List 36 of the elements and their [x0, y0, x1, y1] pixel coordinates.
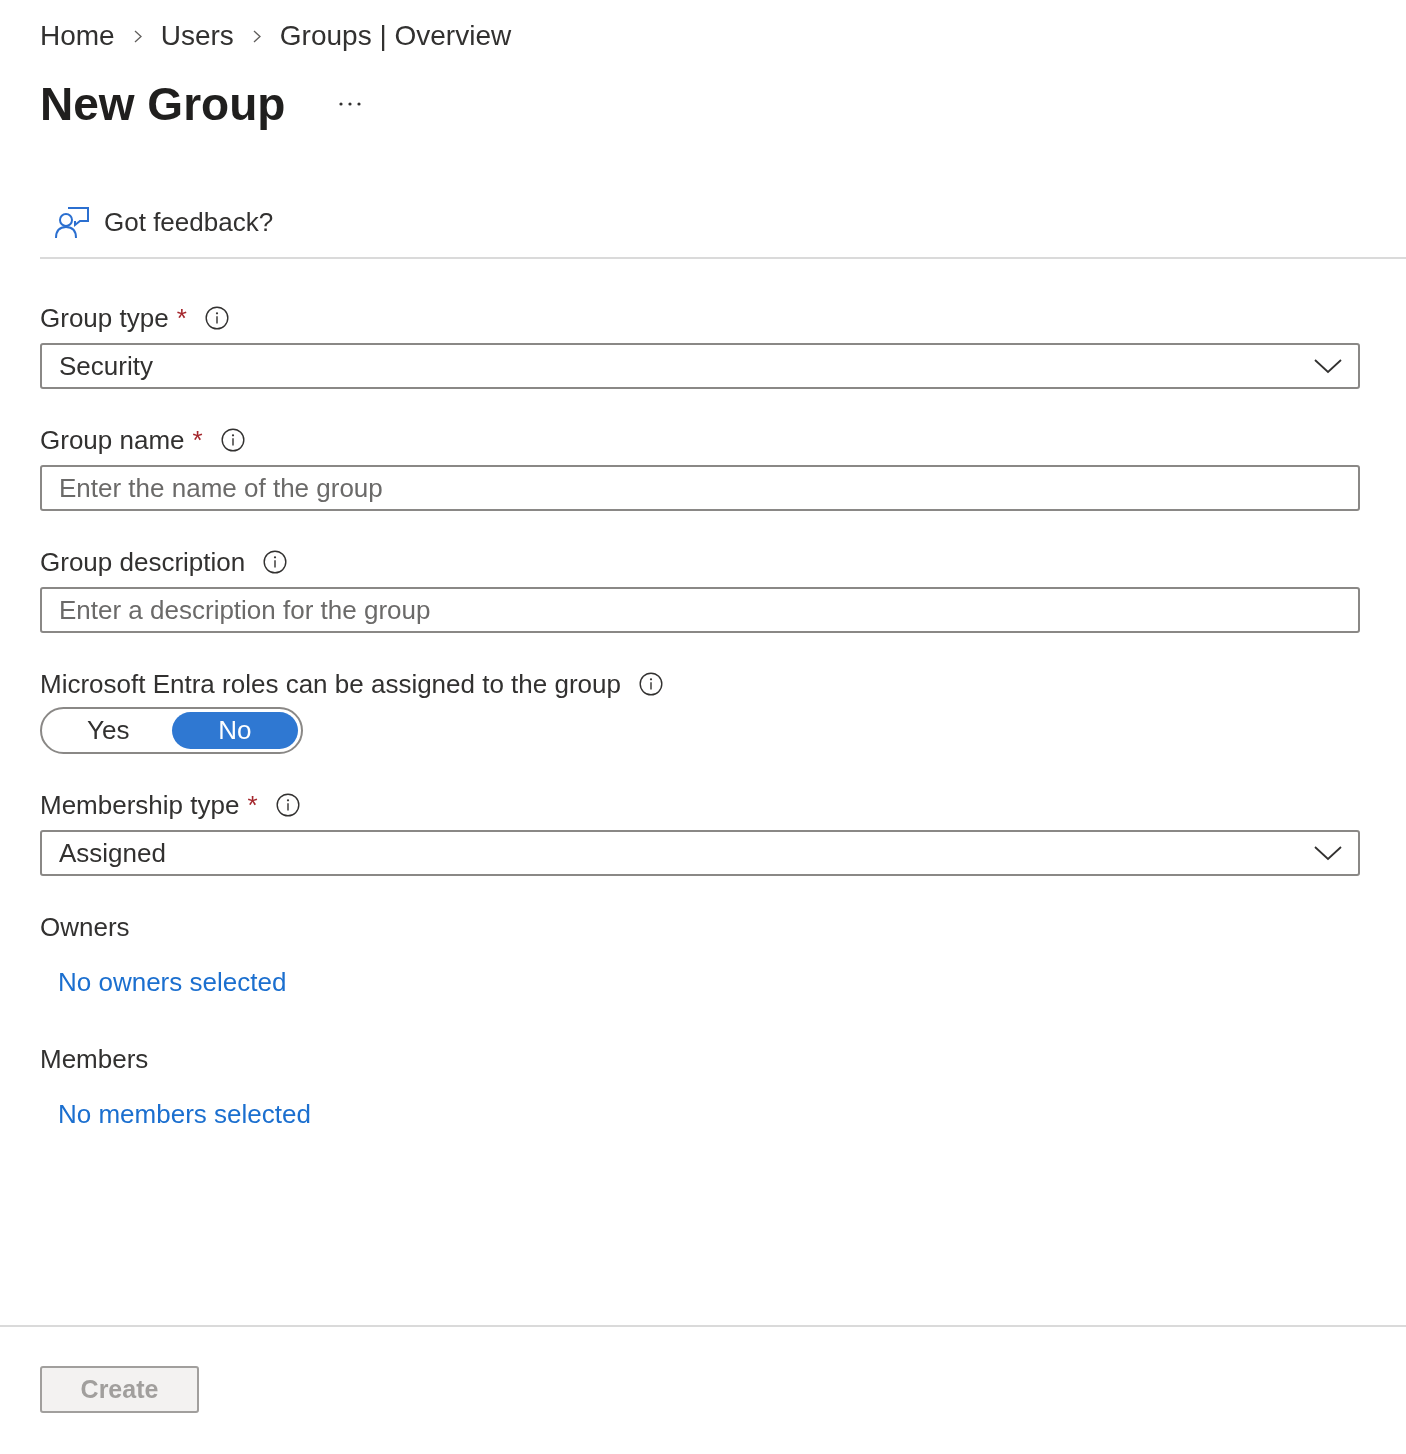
breadcrumb-link[interactable]: Home	[40, 20, 115, 52]
field-label: Group name	[40, 425, 185, 455]
chevron-down-icon	[1314, 845, 1342, 861]
info-icon[interactable]	[639, 672, 663, 696]
feedback-button[interactable]: Got feedback?	[55, 205, 274, 239]
chevron-down-icon	[1314, 358, 1342, 374]
text-input[interactable]: Enter a description for the group	[40, 587, 1360, 633]
toggle-option[interactable]: No	[171, 712, 298, 749]
field-label: Group type	[40, 303, 169, 333]
field-label: Microsoft Entra roles can be assigned to the group	[40, 669, 621, 699]
chevron-right-icon	[252, 29, 261, 43]
toggle-switch[interactable]: Yes No	[40, 707, 303, 754]
page-title: New Group	[40, 77, 286, 132]
required-mark: *	[247, 790, 258, 820]
dropdown-field[interactable]: Assigned	[40, 830, 1360, 876]
field-label: Owners	[40, 912, 130, 942]
text-input[interactable]: Enter the name of the group	[40, 465, 1360, 511]
field-label: Members	[40, 1044, 149, 1074]
info-icon[interactable]	[204, 306, 229, 330]
dropdown-field[interactable]: Security	[40, 343, 1360, 389]
person-speech-bubble-icon	[55, 205, 89, 239]
breadcrumb-link[interactable]: Groups | Overview	[279, 20, 512, 52]
info-icon[interactable]	[220, 428, 245, 452]
create-button: Create	[40, 1366, 199, 1413]
required-mark: *	[192, 425, 203, 455]
field-label: Membership type	[40, 790, 240, 820]
info-icon[interactable]	[275, 793, 300, 817]
info-icon[interactable]	[263, 550, 288, 574]
select-link[interactable]: No members selected	[40, 1099, 311, 1129]
field-label: Group description	[40, 547, 246, 577]
chevron-right-icon	[133, 29, 142, 43]
toggle-option[interactable]: Yes	[45, 712, 172, 749]
more-icon[interactable]	[338, 101, 363, 107]
breadcrumb-link[interactable]: Users	[160, 20, 234, 52]
required-mark: *	[176, 303, 187, 333]
select-link[interactable]: No owners selected	[40, 967, 287, 997]
